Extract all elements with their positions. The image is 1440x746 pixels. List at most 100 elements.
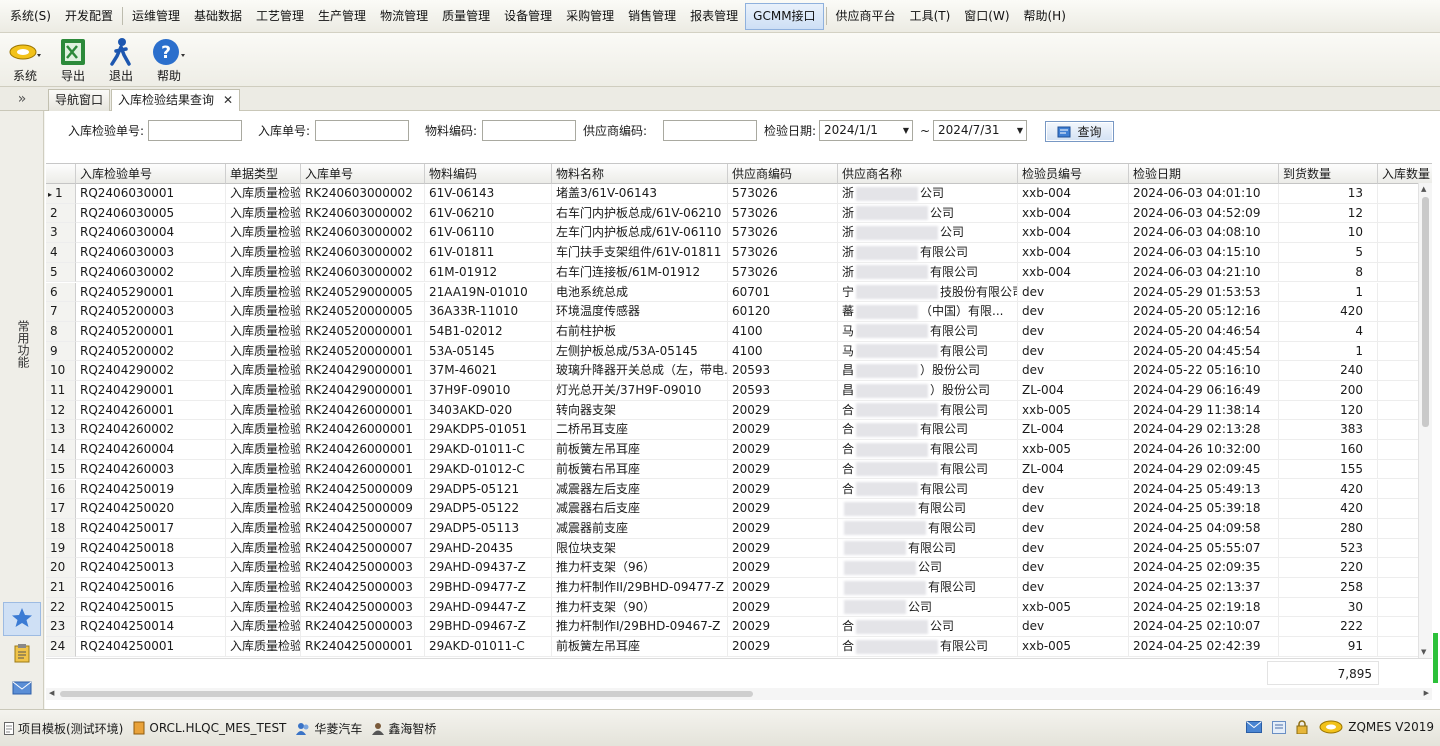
- chevron-down-icon: ▼: [902, 126, 909, 135]
- status-company: 华菱汽车: [296, 720, 362, 737]
- row-number: 20: [46, 558, 76, 578]
- menu-item-2[interactable]: 运维管理: [125, 3, 187, 30]
- column-header[interactable]: 检验日期: [1129, 164, 1279, 184]
- cell-inspection-date: 2024-04-25 02:42:39: [1129, 637, 1279, 657]
- mail-button[interactable]: [3, 672, 41, 706]
- table-row[interactable]: 7 RQ2405200003 入库质量检验 RK240520000005 36A33R-…: [46, 302, 1432, 322]
- supplier-name-suffix: 有限公司: [940, 402, 989, 417]
- column-header[interactable]: 单据类型: [226, 164, 301, 184]
- table-row[interactable]: 6 RQ2405290001 入库质量检验 RK240529000005 21AA19N…: [46, 282, 1432, 303]
- column-header[interactable]: 检验员编号: [1018, 164, 1129, 184]
- help-button[interactable]: ? 帮助: [150, 33, 188, 83]
- cell-receipt-no: RK240429000001: [301, 381, 425, 401]
- menu-item-7[interactable]: 质量管理: [435, 3, 497, 30]
- supplier-code-input[interactable]: [663, 120, 757, 141]
- menu-item-3[interactable]: 基础数据: [187, 3, 249, 30]
- vertical-scrollbar[interactable]: ▲ ▼: [1418, 183, 1432, 658]
- vertical-scroll-thumb[interactable]: [1422, 197, 1429, 427]
- menu-item-16[interactable]: 帮助(H): [1017, 3, 1073, 30]
- table-row[interactable]: 14 RQ2404260004 入库质量检验 RK240426000001 29AKD-…: [46, 440, 1432, 460]
- menu-item-9[interactable]: 采购管理: [559, 3, 621, 30]
- sidebar-collapse-button[interactable]: »: [0, 87, 44, 111]
- exit-button[interactable]: 退出: [102, 33, 140, 83]
- table-row[interactable]: 15 RQ2404260003 入库质量检验 RK240426000001 29AKD-…: [46, 459, 1432, 480]
- table-row[interactable]: 5 RQ2406030002 入库质量检验 RK240603000002 61M-019…: [46, 262, 1432, 283]
- column-header[interactable]: 供应商编码: [728, 164, 838, 184]
- export-button[interactable]: 导出: [54, 33, 92, 83]
- lock-icon[interactable]: [1296, 720, 1308, 734]
- column-header[interactable]: 入库单号: [301, 164, 425, 184]
- scroll-up-icon[interactable]: ▲: [1421, 185, 1426, 193]
- column-header[interactable]: 到货数量: [1279, 164, 1378, 184]
- mail-icon[interactable]: [1246, 721, 1263, 733]
- tab-inspection-query[interactable]: 入库检验结果查询 ✕: [111, 89, 241, 112]
- column-header[interactable]: 物料编码: [425, 164, 552, 184]
- cell-supplier-code: 20029: [728, 440, 838, 460]
- horizontal-scrollbar[interactable]: ◀ ▶: [46, 688, 1432, 700]
- menu-item-11[interactable]: 报表管理: [683, 3, 745, 30]
- cell-inspector-code: dev: [1018, 578, 1129, 598]
- info-icon[interactable]: [1272, 720, 1287, 734]
- table-row[interactable]: 11 RQ2404290001 入库质量检验 RK240429000001 37H9F-…: [46, 381, 1432, 401]
- supplier-name-suffix: 有限公司: [920, 422, 969, 437]
- cell-receipt-no: RK240426000001: [301, 400, 425, 421]
- menu-item-6[interactable]: 物流管理: [373, 3, 435, 30]
- horizontal-scroll-thumb[interactable]: [60, 691, 753, 697]
- clipboard-button[interactable]: [3, 637, 41, 671]
- cell-supplier-name: 合 有限公司: [838, 400, 1018, 421]
- menu-item-0[interactable]: 系统(S): [3, 3, 58, 30]
- inspection-no-input[interactable]: [148, 120, 242, 141]
- menu-item-15[interactable]: 窗口(W): [957, 3, 1016, 30]
- menu-item-8[interactable]: 设备管理: [497, 3, 559, 30]
- scroll-right-icon[interactable]: ▶: [1424, 689, 1429, 697]
- redaction-block: [856, 363, 919, 378]
- table-row[interactable]: 10 RQ2404290002 入库质量检验 RK240429000001 37M-46…: [46, 361, 1432, 381]
- table-row[interactable]: 22 RQ2404250015 入库质量检验 RK240425000003 29AHD-…: [46, 597, 1432, 618]
- menu-item-12[interactable]: GCMM接口: [745, 2, 824, 30]
- redaction-block: [856, 225, 939, 240]
- table-row[interactable]: 9 RQ2405200002 入库质量检验 RK240520000001 53A-051…: [46, 341, 1432, 362]
- date-to-select[interactable]: 2024/7/31 ▼: [933, 120, 1027, 141]
- system-button[interactable]: 系统: [6, 33, 44, 83]
- query-button[interactable]: 查询: [1045, 121, 1114, 142]
- material-code-input[interactable]: [482, 120, 576, 141]
- menu-item-13[interactable]: 供应商平台: [829, 3, 903, 30]
- table-row[interactable]: 8 RQ2405200001 入库质量检验 RK240520000001 54B1-02…: [46, 321, 1432, 342]
- tab-navigation[interactable]: 导航窗口: [48, 89, 111, 111]
- date-from-select[interactable]: 2024/1/1 ▼: [819, 120, 913, 141]
- supplier-name-prefix: 浙: [842, 186, 855, 200]
- menu-item-4[interactable]: 工艺管理: [249, 3, 311, 30]
- sidebar-common-functions[interactable]: 常用功能: [12, 320, 32, 368]
- close-icon[interactable]: ✕: [223, 93, 233, 107]
- menu-item-10[interactable]: 销售管理: [621, 3, 683, 30]
- scroll-left-icon[interactable]: ◀: [49, 689, 54, 697]
- table-row[interactable]: 20 RQ2404250013 入库质量检验 RK240425000003 29AHD-…: [46, 558, 1432, 578]
- cell-supplier-code: 20593: [728, 361, 838, 381]
- cell-inspector-code: dev: [1018, 302, 1129, 322]
- table-row[interactable]: 23 RQ2404250014 入库质量检验 RK240425000003 29BHD-…: [46, 617, 1432, 638]
- table-row[interactable]: 3 RQ2406030004 入库质量检验 RK240603000002 61V-061…: [46, 223, 1432, 244]
- table-row[interactable]: 21 RQ2404250016 入库质量检验 RK240425000003 29BHD-…: [46, 578, 1432, 598]
- scroll-down-icon[interactable]: ▼: [1421, 648, 1426, 656]
- table-row[interactable]: 12 RQ2404260001 入库质量检验 RK240426000001 3403AK…: [46, 400, 1432, 421]
- column-header[interactable]: 入库检验单号: [76, 164, 226, 184]
- table-row[interactable]: 4 RQ2406030003 入库质量检验 RK240603000002 61V-018…: [46, 243, 1432, 263]
- table-row[interactable]: 19 RQ2404250018 入库质量检验 RK240425000007 29AHD-…: [46, 538, 1432, 559]
- cell-receipt-no: RK240426000001: [301, 440, 425, 460]
- menu-item-14[interactable]: 工具(T): [903, 3, 958, 30]
- receipt-no-input[interactable]: [315, 120, 409, 141]
- redaction-block: [856, 482, 919, 496]
- menu-item-1[interactable]: 开发配置: [58, 3, 120, 30]
- table-row[interactable]: 13 RQ2404260002 入库质量检验 RK240426000001 29AKDP…: [46, 420, 1432, 441]
- table-row[interactable]: 16 RQ2404250019 入库质量检验 RK240425000009 29ADP5…: [46, 479, 1432, 500]
- table-row[interactable]: 24 RQ2404250001 入库质量检验 RK240425000001 29AKD-…: [46, 637, 1432, 657]
- column-header[interactable]: 入库数量: [1378, 164, 1432, 184]
- column-header[interactable]: 物料名称: [552, 164, 728, 184]
- favorites-button[interactable]: [3, 602, 41, 636]
- table-row[interactable]: 2 RQ2406030005 入库质量检验 RK240603000002 61V-062…: [46, 203, 1432, 224]
- column-header[interactable]: 供应商名称: [838, 164, 1018, 184]
- table-row[interactable]: 18 RQ2404250017 入库质量检验 RK240425000007 29ADP5…: [46, 518, 1432, 539]
- menu-item-5[interactable]: 生产管理: [311, 3, 373, 30]
- table-row[interactable]: ▸ 1 RQ2406030001 入库质量检验 RK240603000002 61V-06…: [46, 184, 1432, 204]
- table-row[interactable]: 17 RQ2404250020 入库质量检验 RK240425000009 29ADP5…: [46, 499, 1432, 519]
